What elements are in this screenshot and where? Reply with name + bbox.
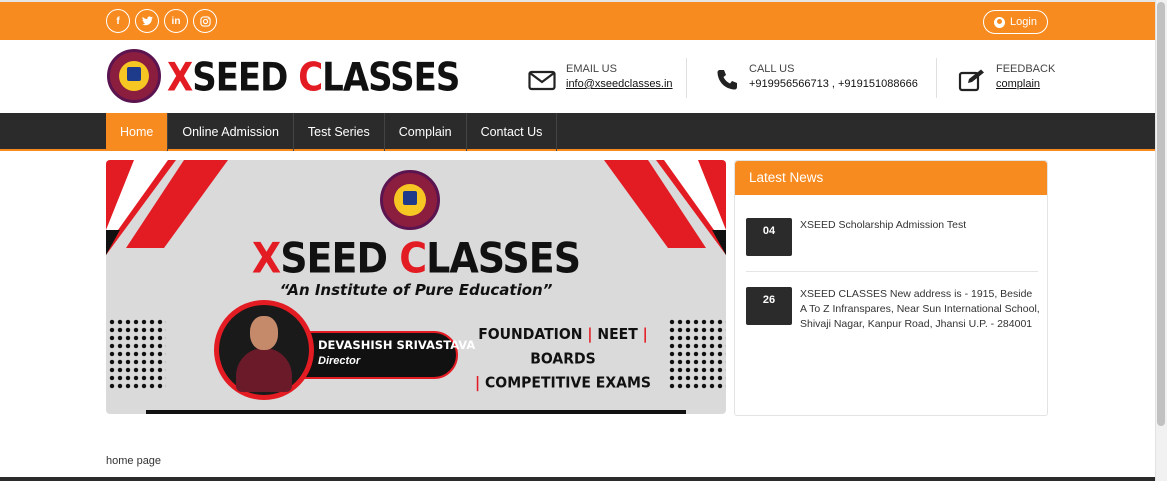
nav-complain[interactable]: Complain (385, 113, 467, 151)
divider (686, 58, 687, 98)
banner-tagline: “An Institute of Pure Education” (279, 281, 553, 299)
email-label: EMAIL US (566, 63, 617, 75)
dot-pattern (108, 318, 166, 390)
feedback-contact: FEEDBACK complain (958, 62, 1055, 92)
brand-name[interactable]: XSEED CLASSES (167, 55, 460, 101)
phone-icon (717, 70, 737, 90)
linkedin-icon[interactable]: in (164, 9, 188, 33)
banner-logo-seal (380, 170, 440, 230)
scrollbar[interactable] (1155, 0, 1167, 481)
nav-menu: Home Online Admission Test Series Compla… (106, 113, 558, 151)
news-divider (746, 271, 1038, 272)
news-text[interactable]: XSEED CLASSES New address is - 1915, Bes… (800, 287, 1040, 332)
top-bar: f in Login (0, 0, 1155, 40)
main-navbar: Home Online Admission Test Series Compla… (0, 113, 1155, 151)
nav-contact-us[interactable]: Contact Us (467, 113, 558, 151)
news-text[interactable]: XSEED Scholarship Admission Test (800, 218, 1040, 233)
hero-banner[interactable]: XSEED CLASSES “An Institute of Pure Educ… (106, 160, 726, 414)
footer-edge (0, 477, 1155, 481)
dot-pattern (668, 318, 726, 390)
nav-home[interactable]: Home (106, 113, 169, 151)
email-contact: EMAIL US info@xseedclasses.in (528, 62, 673, 92)
nav-test-series[interactable]: Test Series (294, 113, 385, 151)
complain-link[interactable]: complain (996, 76, 1055, 92)
user-icon (994, 16, 1006, 28)
banner-title: XSEED CLASSES (251, 233, 581, 283)
director-name: DEVASHISH SRIVASTAVA (318, 338, 476, 352)
news-date: 26 (746, 287, 792, 325)
nav-online-admission[interactable]: Online Admission (168, 113, 294, 151)
banner-underline (146, 410, 686, 414)
login-label: Login (1010, 16, 1037, 28)
page-caption: home page (106, 455, 162, 467)
instagram-icon[interactable] (193, 9, 217, 33)
phone-numbers[interactable]: +919956566713 , +919151088666 (749, 76, 918, 92)
twitter-icon[interactable] (135, 9, 159, 33)
call-label: CALL US (749, 63, 795, 75)
call-contact: CALL US +919956566713 , +919151088666 (715, 62, 918, 92)
social-links: f in (106, 9, 217, 33)
news-heading: Latest News (735, 161, 1047, 195)
page: f in Login XSEED CLASSES EMAIL US info@x… (0, 0, 1167, 481)
email-link[interactable]: info@xseedclasses.in (566, 76, 673, 92)
course-list: FOUNDATION | NEET | BOARDS | COMPETITIVE… (475, 326, 651, 392)
news-date: 04 (746, 218, 792, 256)
edit-icon (958, 69, 984, 92)
latest-news-panel: Latest News 04 XSEED Scholarship Admissi… (734, 160, 1048, 416)
logo-seal[interactable] (107, 49, 161, 103)
divider (936, 58, 937, 98)
feedback-label: FEEDBACK (996, 63, 1056, 75)
envelope-icon (528, 70, 556, 91)
facebook-icon[interactable]: f (106, 9, 130, 33)
director-role: Director (318, 355, 361, 367)
login-button[interactable]: Login (983, 10, 1048, 34)
scrollbar-thumb[interactable] (1157, 2, 1165, 426)
director-photo (214, 300, 314, 400)
